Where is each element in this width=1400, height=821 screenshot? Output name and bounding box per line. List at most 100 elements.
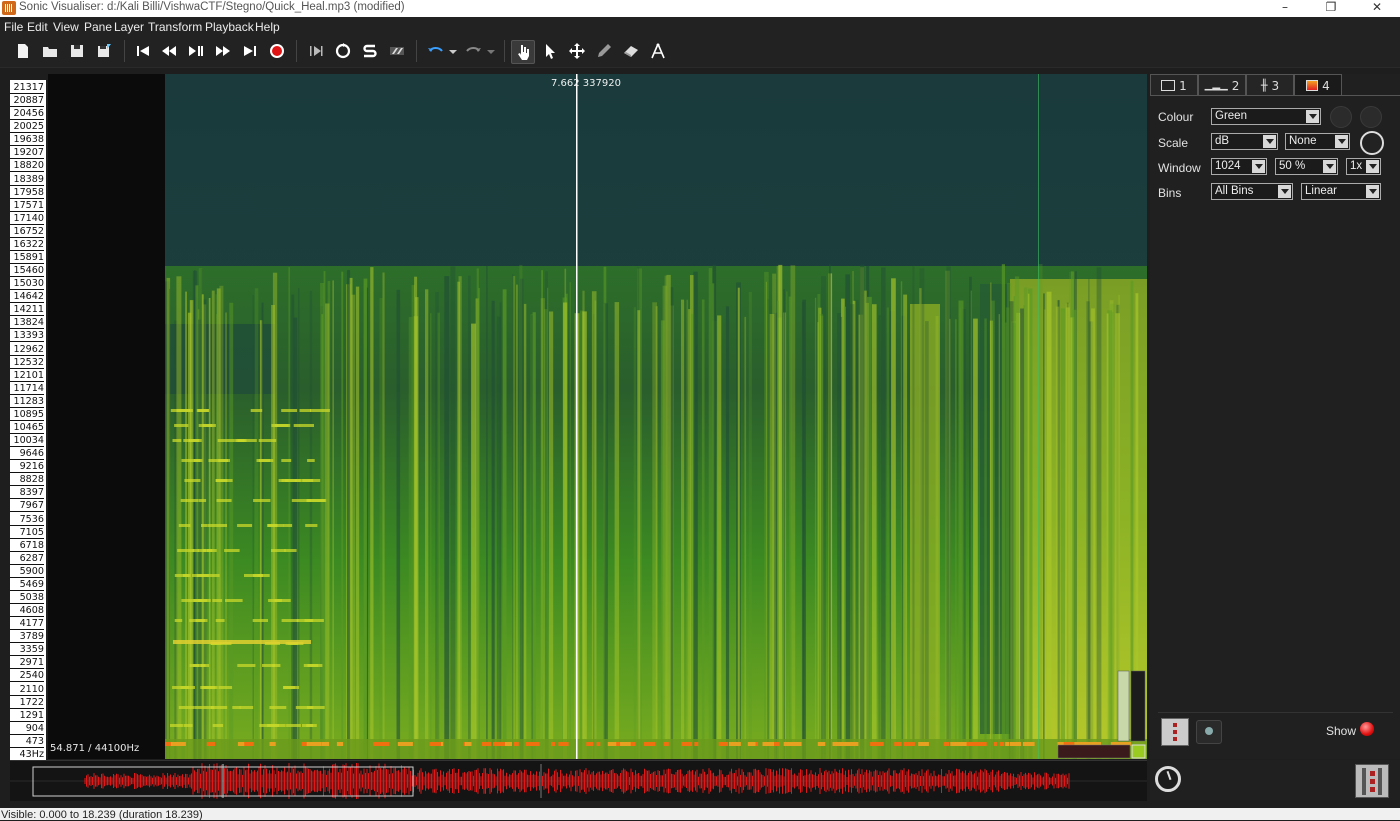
playback-speed-knob[interactable] [1155,766,1181,792]
frequency-tick-label: 16752 [10,226,44,238]
spectrogram-low-band [165,742,1131,746]
frequency-tick-label: 1722 [10,697,44,709]
colour-rotation-knob[interactable] [1330,106,1352,128]
scale-value: dB [1215,135,1230,147]
spectrogram-icon [1306,80,1319,91]
play-pause-icon[interactable] [185,40,207,62]
frequency-tick-label: 12101 [10,370,44,382]
layer-list-icon[interactable] [1355,764,1389,798]
window-size-select[interactable]: 1024 [1211,158,1267,175]
menu-layer[interactable]: Layer [114,20,144,34]
frequency-tick-label: 9646 [10,448,44,461]
frequency-tick-label: 16322 [10,239,44,251]
oversampling-select[interactable]: 1x [1346,158,1381,175]
fast-forward-end-icon[interactable] [239,40,261,62]
hover-frequency-readout: 54.871 / 44100Hz [50,743,140,754]
playhead-time-label: 7.662 337920 [551,78,621,89]
menu-pane[interactable]: Pane [84,20,112,34]
frequency-tick-label: 5469 [10,579,44,591]
erase-tool-icon[interactable] [620,40,642,62]
layer-spectrogram-icon[interactable] [1161,718,1189,746]
frequency-tick-label: 17571 [10,200,44,212]
toolbar [0,37,1400,68]
open-folder-icon[interactable] [39,40,61,62]
undo-dropdown-icon[interactable] [446,40,460,62]
status-bar: Visible: 0.000 to 18.239 (duration 18.23… [0,808,1400,821]
minimize-button[interactable]: – [1262,0,1308,17]
redo-icon[interactable] [462,40,484,62]
menu-view[interactable]: View [53,20,79,34]
tab-pane[interactable]: 1 [1150,74,1198,96]
tab-spectrogram[interactable]: 4 [1294,74,1342,96]
solo-icon[interactable] [359,40,381,62]
menu-file[interactable]: File [4,20,23,34]
rewind-icon[interactable] [158,40,180,62]
frequency-tick-label: 13824 [10,317,44,330]
new-file-icon[interactable] [12,40,34,62]
spectrogram-canvas [165,74,1147,759]
app-icon [2,1,16,15]
save-icon[interactable] [66,40,88,62]
record-icon[interactable] [266,40,288,62]
visible-range-status: Visible: 0.000 to 18.239 (duration 18.23… [1,809,203,821]
tab-ruler[interactable]: ▁▂▁ 2 [1198,74,1246,96]
frequency-tick-label: 10034 [10,435,44,448]
gain-knob[interactable] [1360,131,1384,155]
frequency-tick-label: 904 [10,723,44,735]
menu-edit[interactable]: Edit [27,20,48,34]
tab-waveform[interactable]: ╫ 3 [1246,74,1294,96]
bins-select[interactable]: All Bins [1211,183,1293,200]
menu-help[interactable]: Help [255,20,280,34]
property-panel: 1 ▁▂▁ 2 ╫ 3 4 Colour Green Scale dB None W… [1150,74,1400,759]
window-overlap-select[interactable]: 50 % [1275,158,1338,175]
frequency-tick-label: 6287 [10,553,44,565]
tab-ruler-label: 2 [1231,78,1240,93]
frequency-tick-label: 14642 [10,291,44,304]
threshold-knob[interactable] [1360,106,1382,128]
frequency-tick-label: 473 [10,736,44,748]
scale-select[interactable]: dB [1211,133,1278,150]
frequency-tick-label: 8397 [10,487,44,500]
menu-playback[interactable]: Playback [205,20,254,34]
frequency-tick-label: 7536 [10,514,44,526]
frequency-tick-label: 20456 [10,108,44,121]
menu-transform[interactable]: Transform [148,20,202,34]
frequency-tick-label: 6718 [10,540,44,552]
undo-icon[interactable] [425,40,447,62]
bins-label: Bins [1158,186,1182,200]
bins-value: All Bins [1215,185,1254,197]
move-tool-icon[interactable] [566,40,588,62]
frequency-tick-label: 8828 [10,474,44,487]
play-parameters-icon[interactable] [1196,720,1222,744]
frequency-scale-select[interactable]: Linear [1301,183,1381,200]
frequency-tick-label: 10895 [10,409,44,421]
frequency-tick-label: 3789 [10,631,44,644]
fast-forward-icon[interactable] [212,40,234,62]
draw-tool-icon[interactable] [593,40,615,62]
bottom-right-controls [1150,760,1400,800]
measure-tool-icon[interactable] [647,40,669,62]
colour-select[interactable]: Green [1211,108,1321,125]
navigate-tool-icon[interactable] [511,40,535,64]
frequency-tick-label: 4608 [10,605,44,618]
spectrogram-pane[interactable] [165,74,1147,759]
frequency-tick-label: 15460 [10,265,44,278]
rewind-start-icon[interactable] [132,40,154,62]
follow-playback-icon[interactable] [386,40,408,62]
frequency-tick-label: 12532 [10,357,44,369]
colour-value: Green [1215,110,1247,122]
play-selection-icon[interactable] [305,40,327,62]
scale-label: Scale [1158,136,1189,150]
loop-icon[interactable] [332,40,354,62]
redo-dropdown-icon[interactable] [484,40,498,62]
frequency-tick-label: 3359 [10,644,44,657]
overview-waveform[interactable] [10,760,1147,801]
frequency-tick-label: 4177 [10,618,44,631]
frequency-tick-label: 12962 [10,344,44,356]
normalize-select[interactable]: None [1285,133,1350,150]
show-toggle[interactable] [1360,722,1374,736]
save-as-icon[interactable] [93,40,115,62]
close-button[interactable]: ✕ [1354,0,1400,17]
select-tool-icon[interactable] [539,40,561,62]
maximize-button[interactable]: ❐ [1308,0,1354,17]
